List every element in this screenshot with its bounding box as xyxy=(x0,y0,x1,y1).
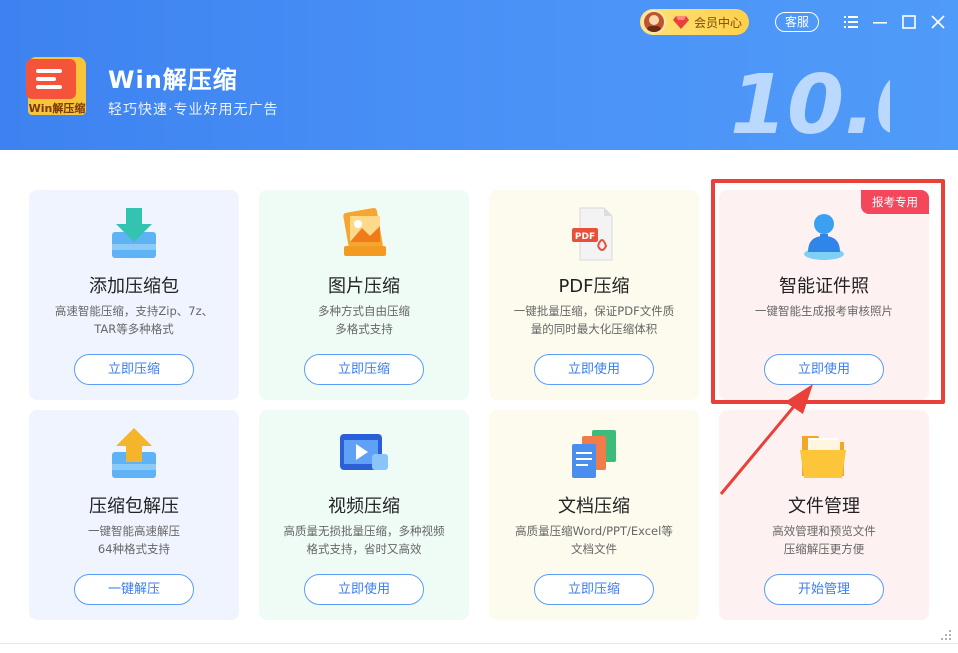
use-now-button[interactable]: 立即使用 xyxy=(534,354,654,385)
card-document-compress[interactable]: 文档压缩 高质量压缩Word/PPT/Excel等 文档文件 立即压缩 xyxy=(489,410,699,620)
pdf-icon: PDF xyxy=(572,207,613,261)
avatar xyxy=(642,10,666,34)
version-text: 10.0 xyxy=(730,58,890,145)
menu-icon[interactable] xyxy=(841,12,861,32)
compress-now-button[interactable]: 立即压缩 xyxy=(74,354,194,385)
use-now-button[interactable]: 立即使用 xyxy=(304,574,424,605)
logo-text: Win解压缩 xyxy=(29,101,86,115)
card-description: 高质量无损批量压缩，多种视频 格式支持，省时又高效 xyxy=(283,524,445,556)
card-description: 多种方式自由压缩 多格式支持 xyxy=(318,304,410,336)
card-description: 一键批量压缩，保证PDF文件质 量的同时最大化压缩体积 xyxy=(513,304,675,336)
card-title: 视频压缩 xyxy=(328,496,400,517)
app-logo: Win解压缩 xyxy=(26,57,86,115)
customer-service-button[interactable]: 客服 xyxy=(775,12,819,32)
card-title: 图片压缩 xyxy=(328,276,400,297)
card-image-compress[interactable]: 图片压缩 多种方式自由压缩 多格式支持 立即压缩 xyxy=(259,190,469,400)
svg-text:PDF: PDF xyxy=(575,232,595,242)
app-window: Win解压缩 Win解压缩 轻巧快速·专业好用无广告 10.0 会员中心 客服 xyxy=(0,0,958,653)
card-title: 文档压缩 xyxy=(558,496,630,517)
gem-icon xyxy=(673,16,689,29)
card-title: 压缩包解压 xyxy=(89,496,179,517)
version-watermark: 10.0 xyxy=(730,58,890,145)
one-click-extract-button[interactable]: 一键解压 xyxy=(74,574,194,605)
card-description: 高质量压缩Word/PPT/Excel等 文档文件 xyxy=(515,524,673,556)
card-description: 一键智能高速解压 64种格式支持 xyxy=(88,524,180,556)
card-video-compress[interactable]: 视频压缩 高质量无损批量压缩，多种视频 格式支持，省时又高效 立即使用 xyxy=(259,410,469,620)
card-extract[interactable]: 压缩包解压 一键智能高速解压 64种格式支持 一键解压 xyxy=(29,410,239,620)
member-center-button[interactable]: 会员中心 xyxy=(640,9,749,35)
annotation-arrow xyxy=(719,384,813,495)
compress-now-button[interactable]: 立即压缩 xyxy=(304,354,424,385)
app-slogan: 轻巧快速·专业好用无广告 xyxy=(108,102,279,118)
minimize-icon[interactable] xyxy=(870,12,890,32)
start-manage-button[interactable]: 开始管理 xyxy=(764,574,884,605)
compress-now-button[interactable]: 立即压缩 xyxy=(534,574,654,605)
member-center-label: 会员中心 xyxy=(694,16,743,30)
document-icon xyxy=(572,430,616,478)
card-add-archive[interactable]: 添加压缩包 高速智能压缩，支持Zip、7z、 TAR等多种格式 立即压缩 xyxy=(29,190,239,400)
card-description: 高效管理和预览文件 压缩解压更方便 xyxy=(772,524,876,556)
image-compress-icon xyxy=(343,208,386,256)
card-title: PDF压缩 xyxy=(558,276,630,297)
header-banner: Win解压缩 Win解压缩 轻巧快速·专业好用无广告 10.0 会员中心 客服 xyxy=(0,0,958,150)
video-icon xyxy=(340,434,388,470)
card-title: 添加压缩包 xyxy=(89,276,179,297)
resize-grip-icon[interactable] xyxy=(940,629,952,641)
close-icon[interactable] xyxy=(928,12,948,32)
highlight-box xyxy=(711,179,945,404)
card-pdf-compress[interactable]: PDF PDF压缩 一键批量压缩，保证PDF文件质 量的同时最大化压缩体积 立即使… xyxy=(489,190,699,400)
maximize-icon[interactable] xyxy=(899,12,919,32)
footer-divider xyxy=(0,643,958,644)
add-archive-icon xyxy=(112,208,156,258)
extract-icon xyxy=(112,428,156,478)
card-description: 高速智能压缩，支持Zip、7z、 TAR等多种格式 xyxy=(54,304,214,336)
app-title: Win解压缩 xyxy=(108,66,238,94)
